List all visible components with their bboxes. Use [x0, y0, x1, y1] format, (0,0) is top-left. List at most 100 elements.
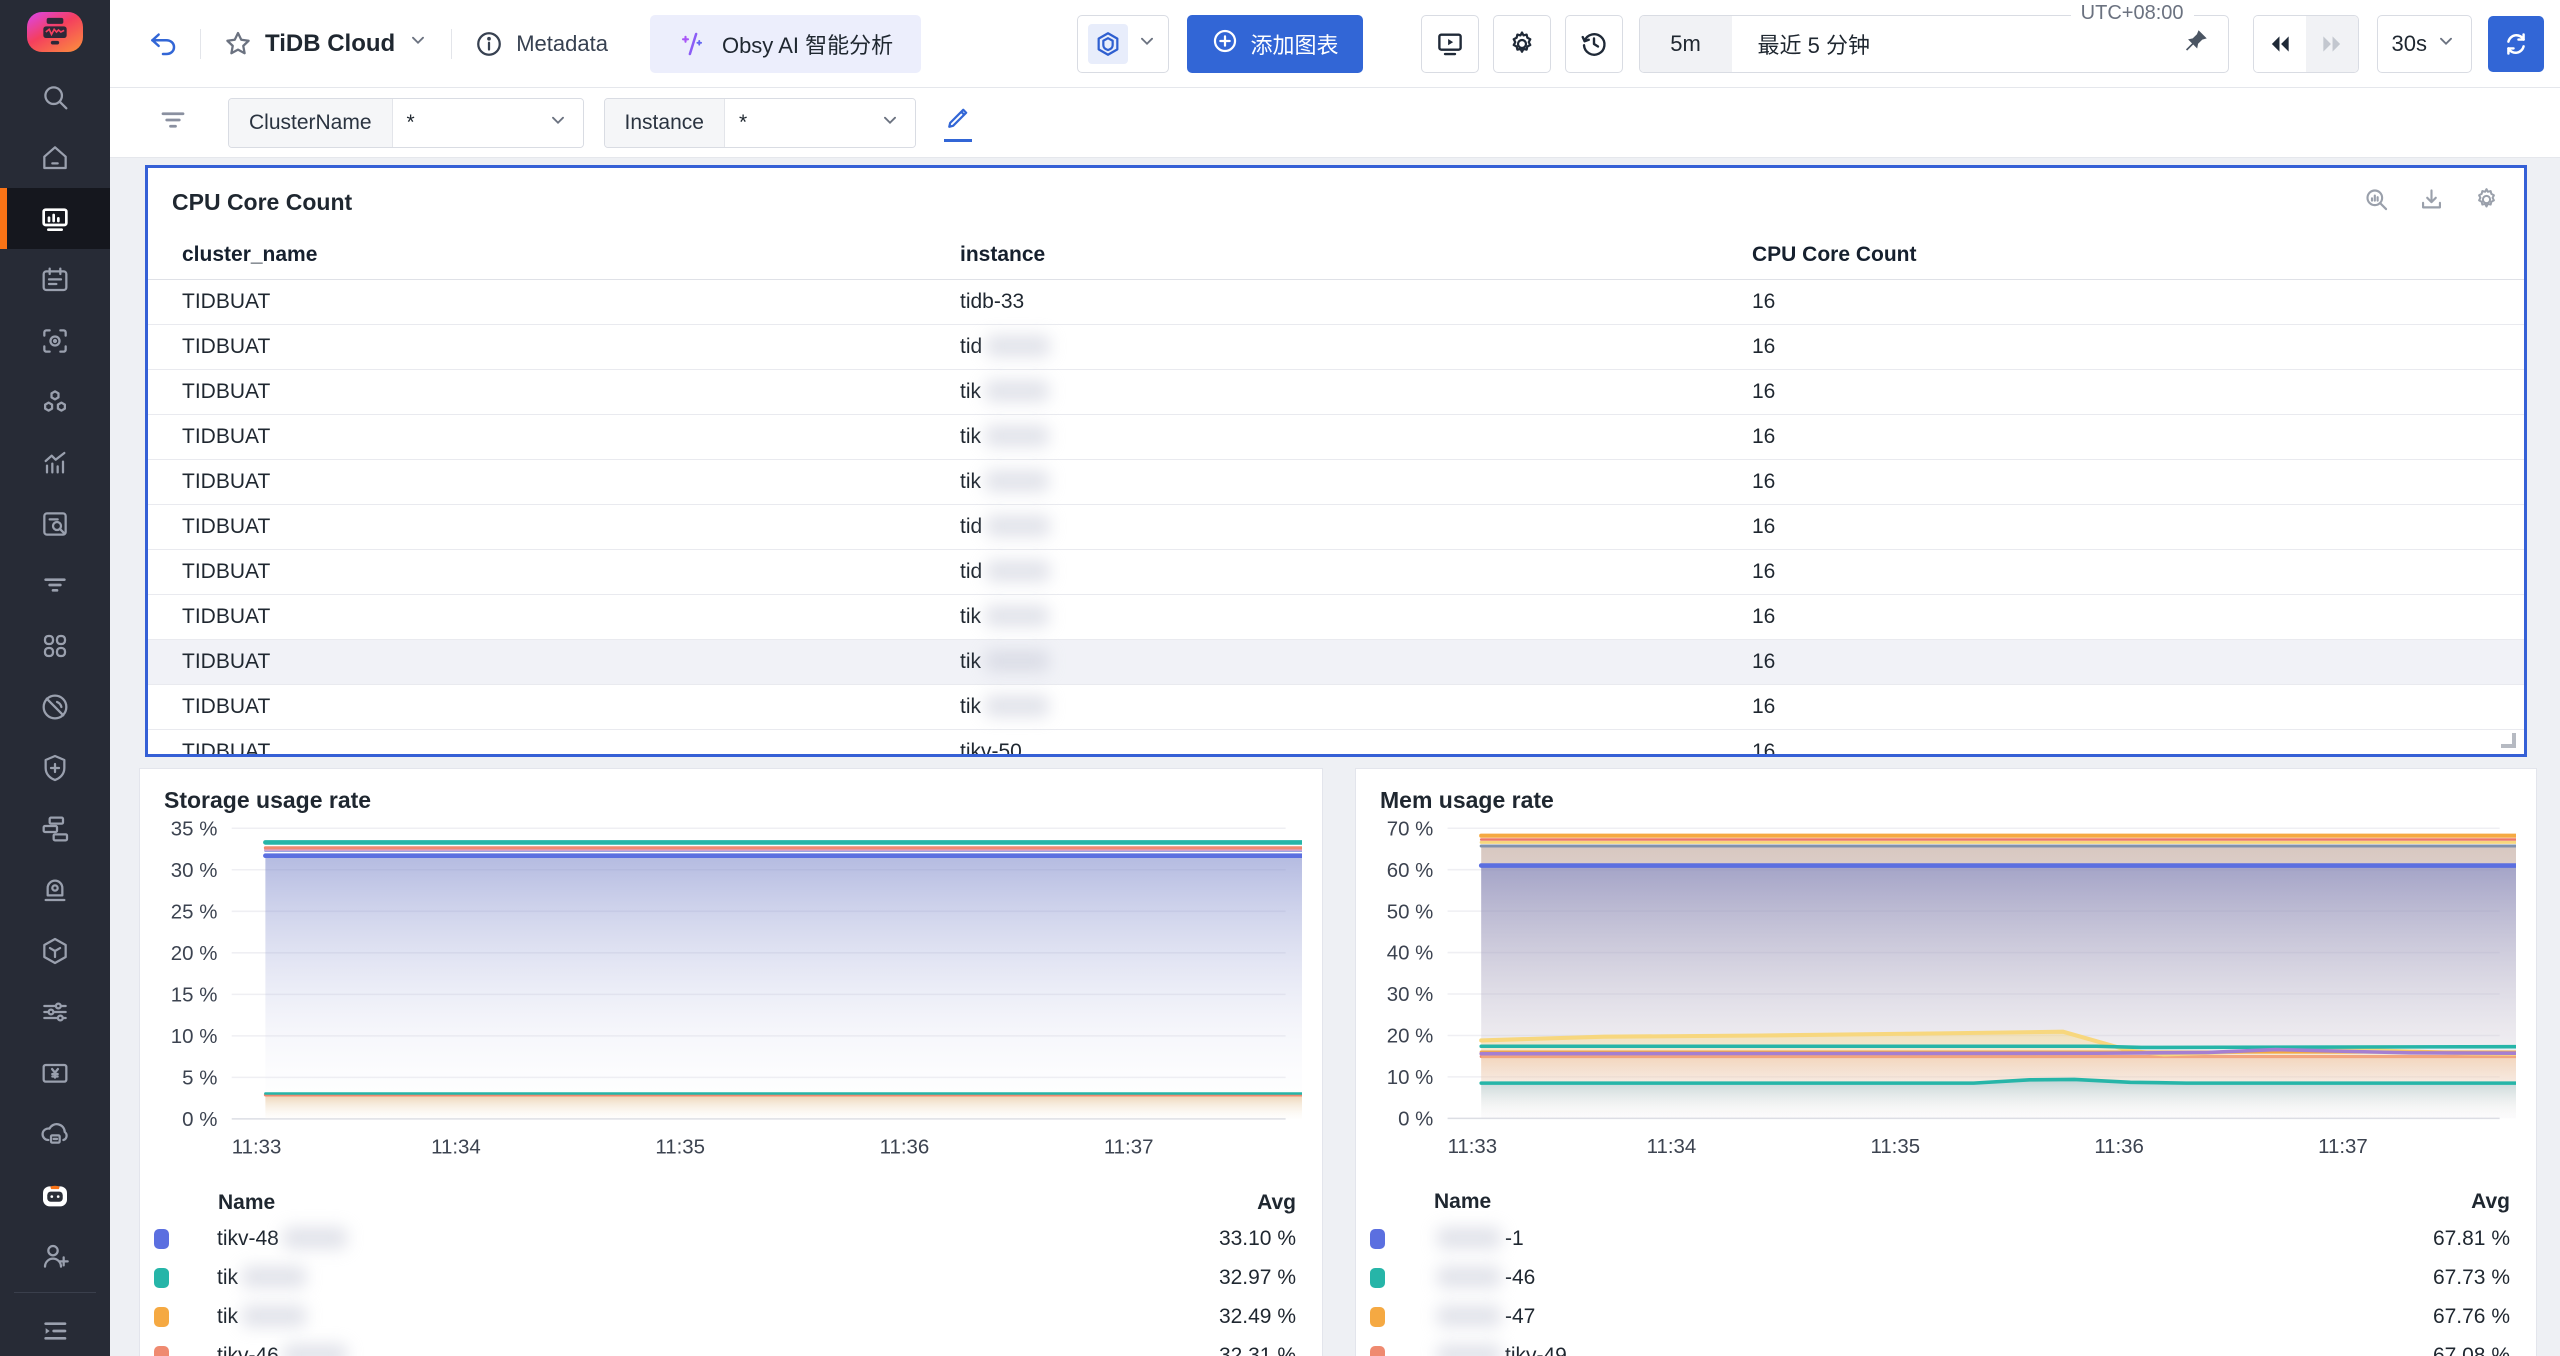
- dashboard-title: TiDB Cloud: [265, 30, 395, 58]
- instance-filter-select[interactable]: *: [725, 99, 915, 147]
- sidebar-item-apps-grid[interactable]: [0, 615, 110, 676]
- refresh-interval-select[interactable]: 30s: [2377, 15, 2472, 73]
- redaction-blur: [1437, 1344, 1501, 1356]
- legend-row[interactable]: -4767.76 %: [1370, 1297, 2510, 1336]
- table-row[interactable]: TIDBUATtikv-5016: [148, 730, 2524, 757]
- sidebar-item-cluster-hexagons[interactable]: [0, 371, 110, 432]
- svg-text:0 %: 0 %: [1398, 1108, 1433, 1130]
- redaction-blur: [283, 1344, 347, 1356]
- sidebar-item-sliders[interactable]: [0, 981, 110, 1042]
- metadata-link[interactable]: Metadata: [474, 29, 608, 59]
- sidebar-item-bar-chart[interactable]: [0, 432, 110, 493]
- legend-swatch[interactable]: [154, 1229, 169, 1249]
- svg-text:30 %: 30 %: [1387, 984, 1434, 1006]
- legend-row[interactable]: -167.81 %: [1370, 1219, 2510, 1258]
- dashboard-switcher[interactable]: TiDB Cloud: [223, 29, 429, 59]
- legend-swatch[interactable]: [1370, 1229, 1385, 1249]
- sidebar-item-calendar[interactable]: [0, 249, 110, 310]
- edit-variables-button[interactable]: [944, 104, 972, 142]
- sidebar-item-search[interactable]: [0, 66, 110, 127]
- undo-icon[interactable]: [148, 29, 178, 59]
- column-header[interactable]: cluster_name: [182, 243, 960, 267]
- legend-row[interactable]: tik32.49 %: [154, 1298, 1296, 1337]
- sidebar-item-collapse[interactable]: [0, 1300, 110, 1356]
- table-row[interactable]: TIDBUATtid16: [148, 550, 2524, 595]
- sidebar-item-robot-avatar[interactable]: [0, 1164, 110, 1225]
- tv-mode-button[interactable]: [1421, 15, 1479, 73]
- legend-series-name: tikv-46: [217, 1344, 351, 1356]
- download-icon[interactable]: [2418, 186, 2445, 218]
- sidebar-item-dashboard[interactable]: [0, 188, 110, 249]
- sidebar-item-no-signal[interactable]: [0, 676, 110, 737]
- history-button[interactable]: [1565, 15, 1623, 73]
- sidebar-item-webcam[interactable]: [0, 859, 110, 920]
- sidebar-item-scan-eye[interactable]: [0, 310, 110, 371]
- mem-usage-chart[interactable]: 0 %10 %20 %30 %40 %50 %60 %70 %11:3311:3…: [1372, 816, 2516, 1163]
- legend-swatch[interactable]: [154, 1268, 169, 1288]
- cluster-filter-select[interactable]: *: [393, 99, 583, 147]
- obsy-ai-button[interactable]: Obsy AI 智能分析: [650, 15, 921, 73]
- zoom-chart-icon[interactable]: [2363, 186, 2390, 218]
- legend-swatch[interactable]: [154, 1346, 169, 1356]
- table-row[interactable]: TIDBUATtid16: [148, 505, 2524, 550]
- legend-row[interactable]: -4667.73 %: [1370, 1258, 2510, 1297]
- legend-row[interactable]: tikv-4967.08 %: [1370, 1336, 2510, 1356]
- cell-cpu-core-count: 16: [1752, 470, 2524, 494]
- table-row[interactable]: TIDBUATtik16: [148, 595, 2524, 640]
- sidebar-item-home[interactable]: [0, 127, 110, 188]
- sidebar-item-cube[interactable]: [0, 920, 110, 981]
- legend-avg-header[interactable]: Avg: [2471, 1190, 2510, 1214]
- svg-text:20 %: 20 %: [1387, 1026, 1434, 1048]
- table-header-row: cluster_nameinstanceCPU Core Count: [148, 230, 2524, 280]
- shift-back-button[interactable]: [2254, 16, 2306, 72]
- redaction-blur: [1437, 1266, 1501, 1288]
- panel-settings-icon[interactable]: [2473, 186, 2500, 218]
- legend-row[interactable]: tikv-4632.31 %: [154, 1337, 1296, 1356]
- add-chart-button[interactable]: 添加图表: [1187, 15, 1363, 73]
- table-row[interactable]: TIDBUATtik16: [148, 685, 2524, 730]
- legend-header: NameAvg: [154, 1186, 1296, 1220]
- cell-cpu-core-count: 16: [1752, 425, 2524, 449]
- storage-usage-chart[interactable]: 0 %5 %10 %15 %20 %25 %30 %35 %11:3311:34…: [156, 816, 1302, 1164]
- cpu-core-count-panel: CPU Core Count cluster_nameinstanceCPU C…: [145, 165, 2527, 757]
- legend-swatch[interactable]: [1370, 1268, 1385, 1288]
- table-row[interactable]: TIDBUATtik16: [148, 640, 2524, 685]
- app-logo-icon[interactable]: [27, 12, 83, 52]
- pin-icon[interactable]: [2182, 27, 2210, 60]
- cell-cpu-core-count: 16: [1752, 380, 2524, 404]
- legend-swatch[interactable]: [1370, 1307, 1385, 1327]
- redaction-blur: [985, 425, 1049, 447]
- sidebar-item-billing[interactable]: [0, 1042, 110, 1103]
- legend-row[interactable]: tik32.97 %: [154, 1259, 1296, 1298]
- mem-legend: Name Avg -167.81 %-4667.73 %-4767.76 %tikv…: [1370, 1185, 2510, 1356]
- shift-forward-button[interactable]: [2306, 16, 2358, 72]
- sidebar-item-filter-lines[interactable]: [0, 554, 110, 615]
- legend-name-header: Name: [1434, 1190, 1491, 1214]
- variables-bar: ClusterName * Instance *: [110, 88, 2560, 158]
- table-row[interactable]: TIDBUATtik16: [148, 415, 2524, 460]
- table-row[interactable]: TIDBUATtik16: [148, 370, 2524, 415]
- sidebar-item-user-add[interactable]: [0, 1225, 110, 1286]
- time-range-picker[interactable]: UTC+08:00 5m 最近 5 分钟: [1639, 15, 2229, 73]
- column-header[interactable]: CPU Core Count: [1752, 243, 2524, 267]
- table-row[interactable]: TIDBUATtidb-3316: [148, 280, 2524, 325]
- table-row[interactable]: TIDBUATtik16: [148, 460, 2524, 505]
- refresh-button[interactable]: [2488, 16, 2544, 72]
- datasource-dropdown[interactable]: [1077, 15, 1169, 73]
- cloud-lock-icon: [39, 1118, 71, 1150]
- header-tools: [1421, 15, 1623, 73]
- legend-row[interactable]: tikv-4833.10 %: [154, 1220, 1296, 1259]
- sidebar-item-cloud-lock[interactable]: [0, 1103, 110, 1164]
- table-row[interactable]: TIDBUATtid16: [148, 325, 2524, 370]
- sidebar-item-shield-plus[interactable]: [0, 737, 110, 798]
- legend-avg-header[interactable]: Avg: [1257, 1191, 1296, 1215]
- legend-swatch[interactable]: [1370, 1346, 1385, 1356]
- star-icon[interactable]: [223, 29, 253, 59]
- sidebar-item-pipeline[interactable]: [0, 798, 110, 859]
- shield-plus-icon: [39, 752, 71, 784]
- settings-button[interactable]: [1493, 15, 1551, 73]
- legend-swatch[interactable]: [154, 1307, 169, 1327]
- column-header[interactable]: instance: [960, 243, 1752, 267]
- panel-resize-handle[interactable]: [2501, 733, 2516, 748]
- sidebar-item-log-search[interactable]: [0, 493, 110, 554]
